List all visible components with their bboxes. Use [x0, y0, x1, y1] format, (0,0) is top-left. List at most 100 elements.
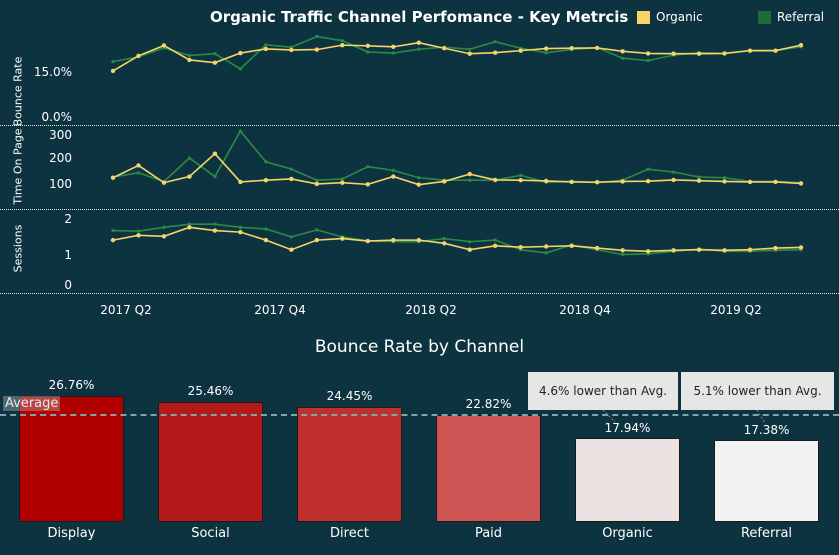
data-point-organic[interactable] [289, 247, 294, 252]
data-point-organic[interactable] [110, 237, 116, 243]
data-point-organic[interactable] [340, 236, 345, 241]
data-point-organic[interactable] [467, 247, 472, 252]
data-point-organic[interactable] [696, 247, 702, 252]
data-point-referral[interactable] [493, 238, 497, 242]
data-point-referral[interactable] [111, 228, 115, 233]
data-point-organic[interactable] [442, 179, 447, 184]
data-point-organic[interactable] [187, 174, 192, 179]
data-point-organic[interactable] [798, 181, 804, 186]
data-point-referral[interactable] [187, 53, 192, 58]
data-point-organic[interactable] [365, 182, 371, 187]
data-point-organic[interactable] [620, 49, 625, 54]
data-point-organic[interactable] [314, 237, 320, 243]
data-point-organic[interactable] [518, 178, 523, 183]
data-point-referral[interactable] [213, 222, 217, 226]
data-point-referral[interactable] [340, 39, 344, 43]
data-point-organic[interactable] [289, 176, 294, 182]
data-point-organic[interactable] [314, 47, 320, 52]
data-point-organic[interactable] [671, 248, 676, 253]
data-point-organic[interactable] [416, 40, 421, 45]
data-point-referral[interactable] [213, 174, 217, 179]
data-point-organic[interactable] [136, 163, 141, 168]
data-point-referral[interactable] [544, 251, 548, 255]
data-point-organic[interactable] [722, 248, 727, 253]
bar-referral[interactable] [714, 440, 819, 522]
data-point-organic[interactable] [136, 53, 141, 58]
data-point-referral[interactable] [187, 156, 192, 160]
data-point-organic[interactable] [671, 51, 676, 56]
data-point-organic[interactable] [391, 174, 396, 179]
bar-direct[interactable] [297, 406, 402, 522]
data-point-referral[interactable] [697, 175, 701, 179]
data-point-referral[interactable] [340, 177, 344, 181]
data-point-referral[interactable] [366, 165, 370, 169]
data-point-organic[interactable] [161, 180, 167, 185]
data-point-organic[interactable] [569, 46, 574, 51]
data-point-organic[interactable] [645, 178, 651, 184]
data-point-referral[interactable] [468, 240, 472, 244]
data-point-referral[interactable] [264, 160, 268, 164]
data-point-organic[interactable] [773, 179, 778, 185]
data-point-organic[interactable] [569, 179, 574, 185]
data-point-referral[interactable] [238, 67, 243, 71]
data-point-referral[interactable] [213, 52, 217, 56]
data-point-organic[interactable] [493, 177, 498, 183]
data-point-referral[interactable] [136, 171, 141, 175]
data-point-referral[interactable] [442, 236, 446, 241]
data-point-organic[interactable] [798, 245, 804, 250]
data-point-organic[interactable] [594, 45, 600, 51]
data-point-organic[interactable] [238, 179, 243, 185]
data-point-referral[interactable] [722, 176, 727, 180]
data-point-organic[interactable] [365, 238, 371, 244]
data-point-organic[interactable] [238, 229, 243, 235]
data-point-organic[interactable] [467, 171, 472, 177]
data-point-organic[interactable] [493, 243, 498, 249]
data-point-referral[interactable] [646, 59, 650, 63]
data-point-referral[interactable] [264, 227, 268, 231]
data-point-organic[interactable] [416, 237, 421, 243]
data-point-referral[interactable] [391, 51, 395, 55]
data-point-organic[interactable] [416, 182, 421, 187]
data-point-organic[interactable] [594, 179, 600, 185]
data-point-organic[interactable] [722, 179, 727, 184]
data-point-organic[interactable] [391, 44, 396, 50]
data-point-organic[interactable] [747, 48, 753, 53]
data-point-organic[interactable] [161, 43, 167, 48]
data-point-organic[interactable] [187, 225, 192, 230]
data-point-referral[interactable] [366, 50, 370, 54]
data-point-organic[interactable] [212, 228, 218, 233]
data-point-organic[interactable] [543, 178, 549, 184]
data-point-organic[interactable] [493, 50, 498, 55]
data-point-referral[interactable] [264, 43, 268, 47]
data-point-referral[interactable] [238, 225, 243, 229]
data-point-organic[interactable] [263, 46, 269, 52]
data-point-organic[interactable] [696, 178, 702, 183]
data-point-referral[interactable] [621, 56, 625, 60]
bar-organic[interactable] [575, 437, 680, 522]
data-point-organic[interactable] [263, 178, 269, 183]
data-point-organic[interactable] [543, 244, 549, 249]
data-point-organic[interactable] [136, 233, 141, 238]
data-point-organic[interactable] [340, 42, 345, 48]
data-point-referral[interactable] [671, 170, 676, 174]
data-point-referral[interactable] [289, 167, 293, 171]
data-point-organic[interactable] [110, 68, 116, 74]
data-point-organic[interactable] [467, 51, 472, 56]
data-point-referral[interactable] [111, 60, 115, 64]
data-point-referral[interactable] [417, 47, 421, 51]
data-point-organic[interactable] [620, 179, 625, 184]
data-point-referral[interactable] [315, 228, 319, 232]
data-point-organic[interactable] [569, 243, 574, 249]
data-point-organic[interactable] [212, 60, 218, 65]
data-point-referral[interactable] [238, 129, 243, 133]
data-point-organic[interactable] [594, 245, 600, 251]
data-point-referral[interactable] [544, 51, 548, 55]
data-point-organic[interactable] [620, 248, 625, 253]
data-point-organic[interactable] [645, 51, 651, 56]
data-point-organic[interactable] [187, 57, 192, 63]
data-point-organic[interactable] [798, 42, 804, 48]
data-point-organic[interactable] [442, 46, 447, 51]
data-point-organic[interactable] [391, 237, 396, 243]
data-point-organic[interactable] [543, 46, 549, 51]
bar-paid[interactable] [436, 414, 541, 522]
